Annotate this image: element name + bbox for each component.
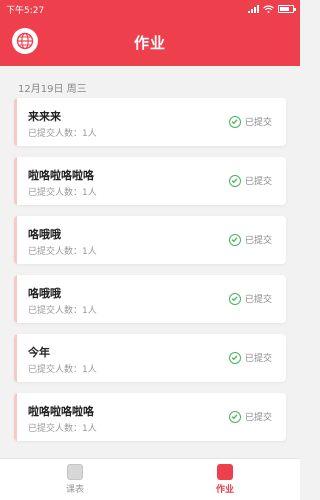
status-badge: 已提交 bbox=[228, 233, 272, 246]
homework-title: 啦咯啦咯啦咯 bbox=[28, 405, 94, 418]
submitted-count: 已提交人数：1人 bbox=[28, 424, 97, 434]
homework-card[interactable]: 来来来 已提交人数：1人 已提交 bbox=[14, 98, 286, 146]
timetable-icon bbox=[67, 464, 83, 480]
tab-homework[interactable]: 作业 bbox=[150, 459, 300, 500]
status-time: 下午5:27 bbox=[6, 5, 45, 16]
submitted-count: 已提交人数：1人 bbox=[28, 188, 97, 198]
check-circle-icon bbox=[228, 115, 241, 128]
check-circle-icon bbox=[228, 233, 241, 246]
tab-label: 课表 bbox=[65, 485, 84, 495]
submitted-count: 已提交人数：1人 bbox=[28, 247, 97, 257]
status-badge: 已提交 bbox=[228, 174, 272, 187]
homework-title: 来来来 bbox=[28, 110, 61, 123]
check-circle-icon bbox=[228, 292, 241, 305]
avatar[interactable] bbox=[12, 28, 38, 54]
status-bar: 下午5:27 bbox=[0, 0, 300, 18]
status-text: 已提交 bbox=[244, 295, 272, 305]
bottom-tab-bar: 课表 作业 bbox=[0, 458, 300, 500]
status-text: 已提交 bbox=[244, 177, 272, 187]
status-badge: 已提交 bbox=[228, 351, 272, 364]
homework-card[interactable]: 啦咯啦咯啦咯 已提交人数：1人 已提交 bbox=[14, 393, 286, 441]
check-circle-icon bbox=[228, 174, 241, 187]
status-badge: 已提交 bbox=[228, 115, 272, 128]
tab-timetable[interactable]: 课表 bbox=[0, 459, 150, 500]
homework-icon bbox=[217, 464, 233, 480]
submitted-count: 已提交人数：1人 bbox=[28, 306, 97, 316]
status-icons bbox=[248, 5, 296, 13]
status-text: 已提交 bbox=[244, 413, 272, 423]
homework-list: 来来来 已提交人数：1人 已提交 啦咯啦咯啦咯 已提交人数：1人 已提交 咯哦哦… bbox=[14, 98, 286, 452]
tab-label: 作业 bbox=[215, 485, 234, 495]
date-label: 12月19日 周三 bbox=[18, 84, 87, 95]
check-circle-icon bbox=[228, 410, 241, 423]
wifi-icon bbox=[263, 5, 274, 13]
homework-card[interactable]: 今年 已提交人数：1人 已提交 bbox=[14, 334, 286, 382]
homework-title: 咯哦哦 bbox=[28, 228, 61, 241]
globe-icon bbox=[16, 32, 34, 50]
status-text: 已提交 bbox=[244, 236, 272, 246]
submitted-count: 已提交人数：1人 bbox=[28, 365, 97, 375]
homework-title: 今年 bbox=[28, 346, 50, 359]
status-text: 已提交 bbox=[244, 354, 272, 364]
header: 作业 bbox=[0, 18, 300, 66]
submitted-count: 已提交人数：1人 bbox=[28, 129, 97, 139]
homework-card[interactable]: 咯哦哦 已提交人数：1人 已提交 bbox=[14, 216, 286, 264]
status-badge: 已提交 bbox=[228, 292, 272, 305]
homework-title: 咯哦哦 bbox=[28, 287, 61, 300]
status-text: 已提交 bbox=[244, 118, 272, 128]
check-circle-icon bbox=[228, 351, 241, 364]
signal-icon bbox=[248, 5, 259, 13]
homework-title: 啦咯啦咯啦咯 bbox=[28, 169, 94, 182]
homework-card[interactable]: 咯哦哦 已提交人数：1人 已提交 bbox=[14, 275, 286, 323]
status-badge: 已提交 bbox=[228, 410, 272, 423]
battery-icon bbox=[278, 5, 296, 13]
homework-card[interactable]: 啦咯啦咯啦咯 已提交人数：1人 已提交 bbox=[14, 157, 286, 205]
page-title: 作业 bbox=[133, 33, 166, 52]
